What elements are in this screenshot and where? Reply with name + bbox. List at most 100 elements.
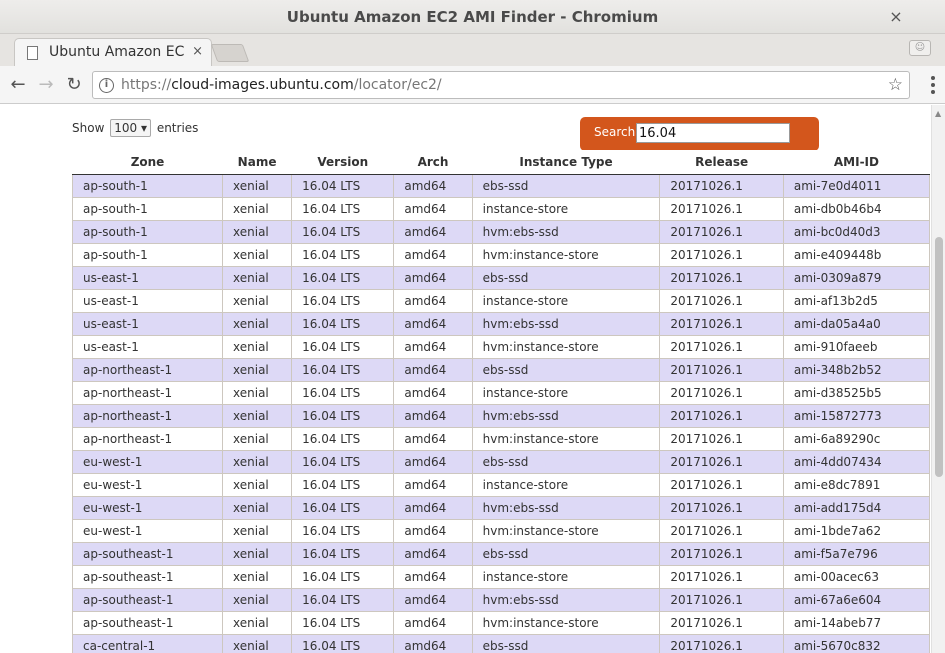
url-scheme: https:// [121, 77, 172, 93]
table-cell: 20171026.1 [659, 496, 784, 520]
forward-arrow-icon[interactable]: → [36, 74, 56, 95]
table-cell: 20171026.1 [659, 289, 784, 313]
column-header[interactable]: Instance Type [472, 150, 660, 175]
table-row: ap-northeast-1 xenial 16.04 LTS amd64 instan… [71, 381, 931, 405]
table-cell: 16.04 LTS [291, 312, 395, 336]
column-header[interactable]: Release [659, 150, 784, 175]
table-cell: xenial [222, 243, 293, 267]
table-cell: ap-south-1 [71, 220, 224, 244]
table-cell: 16.04 LTS [291, 588, 395, 612]
table-row: ap-south-1 xenial 16.04 LTS amd64 hvm:ebs-ss… [71, 220, 931, 244]
reload-icon[interactable]: ↻ [64, 74, 84, 95]
tab-ami-finder[interactable]: Ubuntu Amazon EC × [14, 38, 212, 66]
table-row: ca-central-1 xenial 16.04 LTS amd64 ebs-ssd 2… [71, 634, 931, 653]
new-tab-button[interactable] [210, 44, 250, 62]
table-cell: hvm:instance-store [472, 243, 661, 267]
table-cell: ami-348b2b52 [783, 358, 931, 382]
site-info-icon[interactable]: i [99, 78, 114, 93]
table-row: us-east-1 xenial 16.04 LTS amd64 hvm:ebs-ssd… [71, 312, 931, 336]
table-cell: us-east-1 [71, 289, 224, 313]
table-cell: 20171026.1 [659, 404, 784, 428]
table-row: us-east-1 xenial 16.04 LTS amd64 ebs-ssd 2017… [71, 266, 931, 290]
column-header[interactable]: AMI-ID [783, 150, 930, 175]
table-cell: 16.04 LTS [291, 473, 395, 497]
table-cell: 16.04 LTS [291, 565, 395, 589]
table-cell: amd64 [393, 243, 473, 267]
table-cell: amd64 [393, 611, 473, 635]
table-cell: xenial [222, 289, 293, 313]
table-cell: ami-db0b46b4 [783, 197, 931, 221]
column-header[interactable]: Name [222, 150, 292, 175]
show-label: Show [72, 121, 105, 135]
table-cell: us-east-1 [71, 335, 224, 359]
table-cell: xenial [222, 611, 293, 635]
scrollbar-thumb[interactable] [935, 237, 943, 477]
tab-close-icon[interactable]: × [192, 44, 203, 59]
column-header[interactable]: Zone [72, 150, 223, 175]
table-cell: amd64 [393, 358, 473, 382]
table-cell: xenial [222, 427, 293, 451]
table-cell: ami-add175d4 [783, 496, 931, 520]
table-cell: amd64 [393, 404, 473, 428]
search-input[interactable] [636, 123, 790, 143]
table-row: ap-south-1 xenial 16.04 LTS amd64 ebs-ssd 201… [71, 174, 931, 198]
table-cell: xenial [222, 358, 293, 382]
column-header[interactable]: Version [291, 150, 394, 175]
table-cell: ebs-ssd [472, 450, 661, 474]
page-content: Show 100 ▾ entries Search: ZoneNameVersi… [0, 105, 931, 653]
profile-icon[interactable]: ☺ [909, 40, 931, 56]
window-title: Ubuntu Amazon EC2 AMI Finder - Chromium [286, 8, 659, 26]
table-cell: ami-14abeb77 [783, 611, 931, 635]
back-arrow-icon[interactable]: ← [8, 74, 28, 95]
url-text[interactable]: https://cloud-images.ubuntu.com/locator/… [121, 77, 442, 93]
table-cell: 20171026.1 [659, 174, 784, 198]
column-header[interactable]: Arch [393, 150, 473, 175]
table-cell: 16.04 LTS [291, 404, 395, 428]
ami-table: Zone Name Version Arch Instance Type Release A… [71, 150, 931, 653]
table-cell: amd64 [393, 519, 473, 543]
table-cell: amd64 [393, 289, 473, 313]
table-row: eu-west-1 xenial 16.04 LTS amd64 hvm:ebs-ssd… [71, 496, 931, 520]
table-cell: 16.04 LTS [291, 266, 395, 290]
page-icon [27, 46, 38, 60]
table-cell: amd64 [393, 335, 473, 359]
table-cell: 16.04 LTS [291, 174, 395, 198]
table-cell: amd64 [393, 473, 473, 497]
table-cell: xenial [222, 634, 293, 653]
table-cell: 20171026.1 [659, 427, 784, 451]
entries-length-control: Show 100 ▾ entries [72, 119, 198, 137]
search-panel: Search: [580, 117, 819, 151]
table-cell: ami-d38525b5 [783, 381, 931, 405]
table-cell: 20171026.1 [659, 335, 784, 359]
table-cell: 16.04 LTS [291, 496, 395, 520]
table-cell: xenial [222, 542, 293, 566]
table-cell: ami-bc0d40d3 [783, 220, 931, 244]
table-cell: xenial [222, 220, 293, 244]
table-cell: ami-00acec63 [783, 565, 931, 589]
table-row: ap-southeast-1 xenial 16.04 LTS amd64 instan… [71, 565, 931, 589]
table-cell: xenial [222, 588, 293, 612]
table-cell: instance-store [472, 565, 661, 589]
scroll-up-icon[interactable]: ▲ [935, 109, 941, 118]
url-host: cloud-images.ubuntu.com [171, 77, 354, 93]
window-close-icon[interactable]: × [887, 8, 905, 26]
table-cell: 20171026.1 [659, 266, 784, 290]
table-cell: instance-store [472, 473, 661, 497]
entries-select[interactable]: 100 ▾ [110, 119, 151, 137]
page-scrollbar[interactable]: ▲ [931, 105, 945, 653]
table-cell: 16.04 LTS [291, 289, 395, 313]
table-cell: xenial [222, 565, 293, 589]
table-cell: hvm:ebs-ssd [472, 588, 661, 612]
table-cell: ca-central-1 [71, 634, 224, 653]
table-cell: 20171026.1 [659, 450, 784, 474]
browser-menu-icon[interactable] [931, 76, 935, 97]
address-bar[interactable]: i https://cloud-images.ubuntu.com/locato… [92, 71, 910, 99]
table-cell: ebs-ssd [472, 634, 661, 653]
table-cell: amd64 [393, 588, 473, 612]
table-row: ap-southeast-1 xenial 16.04 LTS amd64 hvm:eb… [71, 588, 931, 612]
table-cell: eu-west-1 [71, 496, 224, 520]
bookmark-star-icon[interactable]: ☆ [888, 75, 903, 95]
table-row: eu-west-1 xenial 16.04 LTS amd64 instance-st… [71, 473, 931, 497]
table-cell: amd64 [393, 197, 473, 221]
table-row: ap-southeast-1 xenial 16.04 LTS amd64 hvm:in… [71, 611, 931, 635]
